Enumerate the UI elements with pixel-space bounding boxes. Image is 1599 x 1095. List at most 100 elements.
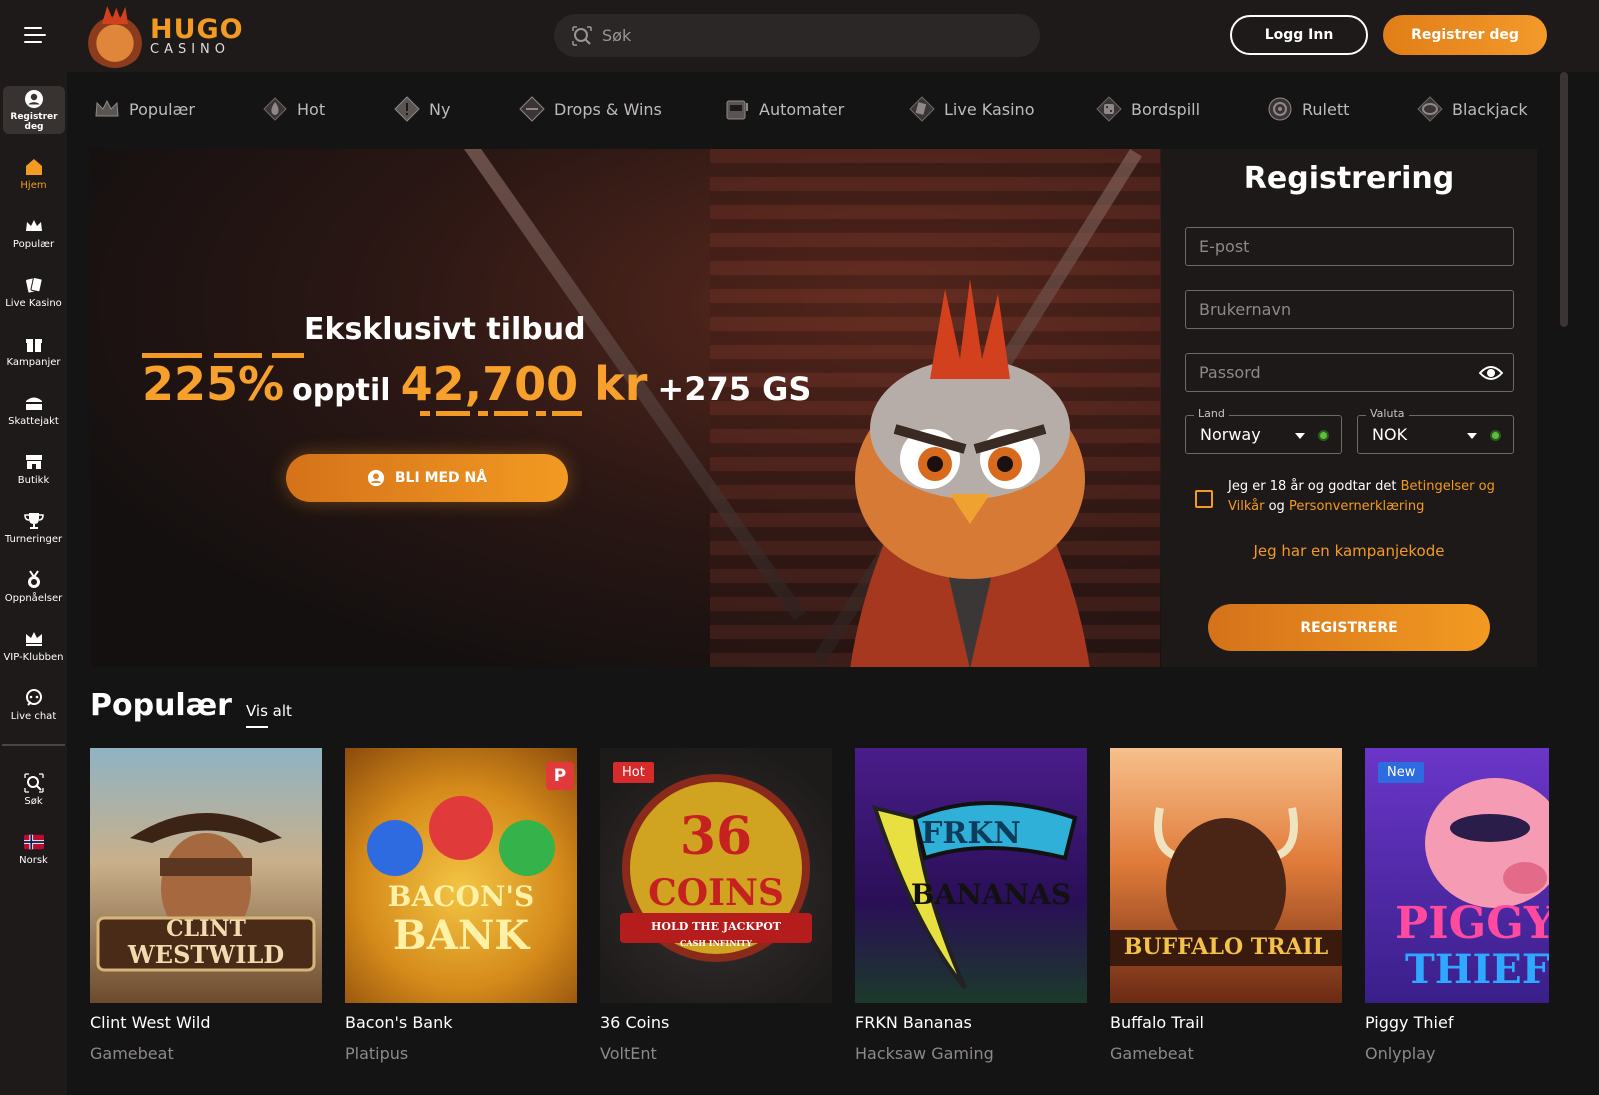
game-thumbnail[interactable]: New PIGGY THIEF	[1365, 748, 1549, 1003]
hero-amount: 42,700 kr	[400, 357, 648, 411]
email-input[interactable]	[1199, 237, 1479, 256]
category-roulette[interactable]: Rulett	[1264, 94, 1349, 124]
chevron-down-icon	[1467, 433, 1477, 439]
vip-crown-icon	[25, 632, 42, 646]
sidebar-register[interactable]: Registrer deg	[3, 86, 65, 134]
terms-checkbox[interactable]	[1195, 490, 1213, 508]
trophy-icon	[23, 513, 44, 529]
sidebar-item-vip-club[interactable]: VIP-Klubben	[0, 620, 67, 672]
game-thumbnail[interactable]: CLINT WESTWILD	[90, 748, 322, 1003]
game-card[interactable]: New PIGGY THIEF Piggy Thief Onlyplay	[1365, 748, 1549, 1063]
sidebar-item-popular[interactable]: Populær	[0, 207, 67, 259]
sidebar-item-achievements[interactable]: Oppnåelser	[0, 561, 67, 613]
game-card[interactable]: CLINT WESTWILD Clint West Wild Gamebeat	[90, 748, 322, 1063]
game-card[interactable]: FRKN BANANAS FRKN Bananas Hacksaw Gaming	[855, 748, 1087, 1063]
chevron-down-icon	[1295, 433, 1305, 439]
sidebar-item-label: VIP-Klubben	[3, 652, 64, 663]
sidebar-item-search[interactable]: Søk	[0, 764, 67, 816]
game-thumbnail[interactable]: FRKN BANANAS	[855, 748, 1087, 1003]
game-name: Buffalo Trail	[1110, 1013, 1204, 1032]
sidebar-item-live-casino[interactable]: Live Kasino	[0, 266, 67, 318]
game-name: Bacon's Bank	[345, 1013, 453, 1032]
registration-title: Registrering	[1243, 161, 1455, 196]
category-blackjack[interactable]: Blackjack	[1414, 94, 1528, 124]
username-input[interactable]	[1199, 300, 1479, 319]
category-popular[interactable]: Populær	[91, 94, 195, 124]
dice-icon	[1096, 96, 1122, 122]
hot-badge: Hot	[613, 762, 654, 783]
chat-icon	[25, 689, 42, 706]
search-icon	[23, 773, 44, 793]
gift-icon	[25, 339, 42, 352]
sidebar-item-live-chat[interactable]: Live chat	[0, 679, 67, 731]
sidebar-item-label: Hjem	[20, 180, 47, 191]
email-field[interactable]	[1185, 227, 1514, 266]
buffalo-art	[1110, 807, 1342, 966]
site-logo[interactable]: HUGO CASINO	[84, 6, 244, 68]
category-hot[interactable]: Hot	[259, 94, 325, 124]
sidebar-item-campaigns[interactable]: Kampanjer	[0, 325, 67, 377]
blackjack-icon	[1417, 96, 1443, 122]
sidebar-item-home[interactable]: Hjem	[0, 148, 67, 200]
game-card[interactable]: P BACON'S BANK Bacon's Bank Platipus	[345, 748, 577, 1063]
category-label: Blackjack	[1452, 99, 1528, 119]
new-badge: New	[1378, 762, 1425, 783]
game-provider: Gamebeat	[90, 1044, 174, 1063]
hugo-bird-logo-icon	[84, 6, 146, 68]
password-input[interactable]	[1199, 363, 1479, 382]
menu-toggle-icon[interactable]	[24, 27, 46, 45]
login-button[interactable]: Logg Inn	[1230, 15, 1368, 55]
sidebar-item-shop[interactable]: Butikk	[0, 443, 67, 495]
search-input[interactable]	[602, 26, 1002, 45]
category-drops-wins[interactable]: Drops & Wins	[516, 94, 662, 124]
game-thumbnail[interactable]: BUFFALO TRAIL	[1110, 748, 1342, 1003]
medal-icon	[27, 570, 40, 588]
category-new[interactable]: Ny	[391, 94, 450, 124]
sidebar-item-treasure-hunt[interactable]: Skattejakt	[0, 384, 67, 436]
registration-panel: Registrering Land Norway Valuta NOK Jeg …	[1161, 149, 1537, 667]
search-bar[interactable]	[554, 14, 1040, 57]
game-logo-text: WESTWILD	[127, 940, 285, 969]
sidebar-item-label: Oppnåelser	[4, 593, 63, 604]
category-label: Populær	[129, 99, 195, 119]
sidebar-item-language[interactable]: Norsk	[0, 823, 67, 875]
join-now-button[interactable]: BLI MED NÅ	[286, 454, 568, 502]
username-field[interactable]	[1185, 290, 1514, 329]
currency-label: Valuta	[1366, 407, 1409, 420]
view-all-link[interactable]: Vis alt	[246, 702, 292, 728]
category-slots[interactable]: Automater	[721, 94, 844, 124]
sidebar-item-tournaments[interactable]: Turneringer	[0, 502, 67, 554]
country-select[interactable]: Land Norway	[1185, 407, 1342, 454]
game-name: 36 Coins	[600, 1013, 670, 1032]
game-logo-text: BUFFALO TRAIL	[1123, 934, 1329, 960]
category-label: Automater	[759, 99, 845, 119]
privacy-link[interactable]: Personvernerklæring	[1289, 499, 1424, 514]
game-logo-text: BACON'S	[387, 880, 535, 913]
terms-and: og	[1268, 499, 1285, 514]
hero-banner: Eksklusivt tilbud 225% opptil 42,700 kr …	[90, 149, 1161, 667]
game-logo-text: FRKN	[921, 816, 1021, 851]
sidebar-item-label: Populær	[12, 239, 55, 250]
page-scrollbar[interactable]	[1560, 72, 1568, 327]
show-password-eye-icon[interactable]	[1479, 363, 1503, 383]
register-submit-button[interactable]: REGISTRERE	[1208, 604, 1490, 651]
country-value: Norway	[1200, 425, 1261, 444]
currency-select[interactable]: Valuta NOK	[1357, 407, 1514, 454]
sidebar-item-label: Turneringer	[4, 534, 63, 545]
game-logo-text: COINS	[648, 872, 784, 914]
category-live-casino[interactable]: Live Kasino	[906, 94, 1034, 124]
norway-flag-icon	[23, 834, 44, 850]
password-field[interactable]	[1185, 353, 1514, 392]
game-thumbnail[interactable]: P BACON'S BANK	[345, 748, 577, 1003]
category-table-games[interactable]: Bordspill	[1093, 94, 1200, 124]
game-thumbnail[interactable]: Hot 36 COINS HOLD THE JACKPOT CASH INFIN…	[600, 748, 832, 1003]
category-label: Drops & Wins	[554, 99, 662, 119]
treasure-chest-icon	[25, 397, 42, 410]
hero-free-spins: +275 GS	[657, 370, 812, 408]
sidebar-item-label: Kampanjer	[6, 357, 61, 368]
game-card[interactable]: Hot 36 COINS HOLD THE JACKPOT CASH INFIN…	[600, 748, 832, 1063]
top-bar: HUGO CASINO Logg Inn Registrer deg	[0, 0, 1599, 72]
promo-code-link[interactable]: Jeg har en kampanjekode	[1161, 542, 1537, 560]
register-button[interactable]: Registrer deg	[1383, 15, 1547, 55]
game-card[interactable]: BUFFALO TRAIL Buffalo Trail Gamebeat	[1110, 748, 1342, 1063]
